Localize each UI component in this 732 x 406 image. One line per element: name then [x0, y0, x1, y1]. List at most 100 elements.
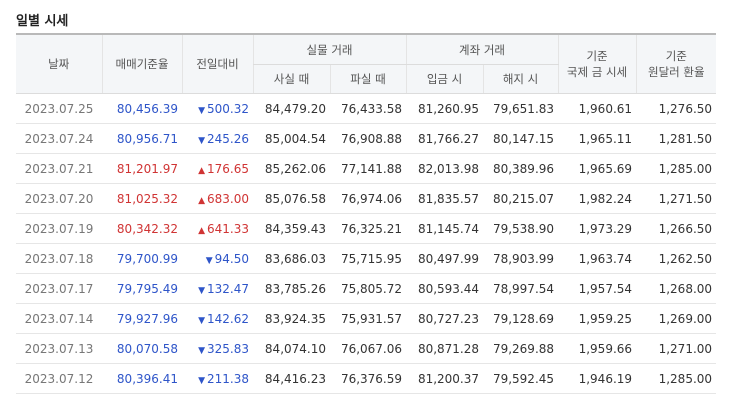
cell-withdraw: 79,128.69 — [483, 303, 559, 334]
cell-date: 2023.07.20 — [16, 183, 102, 214]
cell-intl-gold: 1,959.66 — [558, 333, 637, 364]
cell-fx-rate: 1,262.50 — [636, 243, 717, 274]
cell-withdraw: 80,215.07 — [483, 183, 559, 214]
col-intl-gold-header: 기준 국제 금 시세 — [557, 34, 637, 94]
cell-base-rate: 81,025.32 — [102, 183, 182, 214]
cell-sell: 76,433.58 — [330, 93, 407, 124]
cell-sell: 76,974.06 — [330, 183, 407, 214]
cell-fx-rate: 1,281.50 — [636, 123, 717, 154]
cell-buy: 85,004.54 — [253, 123, 330, 154]
cell-date: 2023.07.14 — [16, 303, 102, 334]
cell-sell: 76,376.59 — [330, 363, 407, 394]
cell-fx-rate: 1,276.50 — [636, 93, 717, 124]
page-title: 일별 시세 — [16, 14, 69, 29]
change-value: 211.38 — [207, 371, 249, 386]
triangle-down-icon: ▼ — [198, 345, 205, 356]
table-row: 2023.07.24 80,956.71 ▼ 245.26 85,004.54 76,90… — [16, 123, 717, 154]
cell-fx-rate: 1,285.00 — [636, 153, 717, 184]
cell-change: ▼ 245.26 — [182, 123, 253, 154]
triangle-down-icon: ▼ — [198, 105, 205, 116]
cell-change: ▼ 132.47 — [182, 273, 253, 304]
cell-intl-gold: 1,946.19 — [558, 363, 637, 394]
cell-change: ▼ 94.50 — [182, 243, 253, 274]
col-buy-header: 사실 때 — [252, 64, 330, 94]
col-withdraw-header: 해지 시 — [482, 64, 559, 94]
table-row: 2023.07.17 79,795.49 ▼ 132.47 83,785.26 75,80… — [16, 273, 717, 304]
cell-sell: 77,141.88 — [330, 153, 407, 184]
cell-deposit: 82,013.98 — [406, 153, 484, 184]
change-value: 500.32 — [207, 101, 249, 116]
cell-sell: 76,325.21 — [330, 213, 407, 244]
cell-withdraw: 78,903.99 — [483, 243, 559, 274]
cell-sell: 76,067.06 — [330, 333, 407, 364]
cell-buy: 85,262.06 — [253, 153, 330, 184]
change-value: 245.26 — [207, 131, 249, 146]
cell-deposit: 81,835.57 — [406, 183, 484, 214]
table-row: 2023.07.18 79,700.99 ▼ 94.50 83,686.03 75,715… — [16, 243, 717, 274]
cell-withdraw: 80,147.15 — [483, 123, 559, 154]
cell-base-rate: 81,201.97 — [102, 153, 182, 184]
cell-date: 2023.07.18 — [16, 243, 102, 274]
cell-fx-rate: 1,266.50 — [636, 213, 717, 244]
cell-intl-gold: 1,965.11 — [558, 123, 637, 154]
cell-intl-gold: 1,963.74 — [558, 243, 637, 274]
cell-base-rate: 80,070.58 — [102, 333, 182, 364]
cell-withdraw: 80,389.96 — [483, 153, 559, 184]
cell-intl-gold: 1,965.69 — [558, 153, 637, 184]
triangle-down-icon: ▼ — [198, 285, 205, 296]
triangle-up-icon: ▲ — [198, 165, 205, 176]
col-date-header: 날짜 — [16, 34, 102, 94]
cell-intl-gold: 1,982.24 — [558, 183, 637, 214]
cell-buy: 84,479.20 — [253, 93, 330, 124]
col-deposit-header: 입금 시 — [405, 64, 484, 94]
cell-buy: 83,924.35 — [253, 303, 330, 334]
cell-intl-gold: 1,960.61 — [558, 93, 637, 124]
intl-gold-header-line1: 기준 — [586, 49, 608, 63]
triangle-up-icon: ▲ — [198, 195, 205, 206]
col-base-rate-header: 매매기준율 — [101, 34, 182, 94]
cell-fx-rate: 1,268.00 — [636, 273, 717, 304]
cell-date: 2023.07.12 — [16, 363, 102, 394]
cell-withdraw: 79,269.88 — [483, 333, 559, 364]
group-account-header: 계좌 거래 — [405, 34, 559, 65]
change-value: 132.47 — [207, 281, 249, 296]
triangle-down-icon: ▼ — [198, 135, 205, 146]
table-row: 2023.07.14 79,927.96 ▼ 142.62 83,924.35 75,93… — [16, 303, 717, 334]
cell-deposit: 81,200.37 — [406, 363, 484, 394]
daily-price-table: 날짜 매매기준율 전일대비 실물 거래 계좌 거래 기준 국제 금 시세 기준 … — [16, 33, 717, 394]
cell-intl-gold: 1,973.29 — [558, 213, 637, 244]
cell-withdraw: 79,651.83 — [483, 93, 559, 124]
cell-change: ▲ 683.00 — [182, 183, 253, 214]
cell-change: ▼ 211.38 — [182, 363, 253, 394]
table-row: 2023.07.13 80,070.58 ▼ 325.83 84,074.10 76,06… — [16, 333, 717, 364]
change-value: 641.33 — [207, 221, 249, 236]
cell-base-rate: 79,927.96 — [102, 303, 182, 334]
cell-withdraw: 79,592.45 — [483, 363, 559, 394]
intl-gold-header-line2: 국제 금 시세 — [566, 65, 628, 79]
group-physical-header: 실물 거래 — [252, 34, 407, 65]
col-change-header: 전일대비 — [181, 34, 253, 94]
cell-intl-gold: 1,959.25 — [558, 303, 637, 334]
cell-change: ▲ 176.65 — [182, 153, 253, 184]
cell-buy: 84,416.23 — [253, 363, 330, 394]
cell-buy: 83,785.26 — [253, 273, 330, 304]
cell-base-rate: 80,342.32 — [102, 213, 182, 244]
cell-withdraw: 78,997.54 — [483, 273, 559, 304]
cell-change: ▼ 500.32 — [182, 93, 253, 124]
table-row: 2023.07.19 80,342.32 ▲ 641.33 84,359.43 76,32… — [16, 213, 717, 244]
triangle-up-icon: ▲ — [198, 225, 205, 236]
cell-change: ▼ 325.83 — [182, 333, 253, 364]
cell-withdraw: 79,538.90 — [483, 213, 559, 244]
col-fx-rate-header: 기준 원달러 환율 — [635, 34, 717, 94]
cell-fx-rate: 1,271.50 — [636, 183, 717, 214]
cell-sell: 75,805.72 — [330, 273, 407, 304]
cell-sell: 75,931.57 — [330, 303, 407, 334]
change-value: 176.65 — [207, 161, 249, 176]
cell-base-rate: 80,956.71 — [102, 123, 182, 154]
cell-date: 2023.07.21 — [16, 153, 102, 184]
cell-deposit: 80,497.99 — [406, 243, 484, 274]
triangle-down-icon: ▼ — [198, 315, 205, 326]
table-row: 2023.07.25 80,456.39 ▼ 500.32 84,479.20 76,43… — [16, 93, 717, 124]
cell-base-rate: 80,456.39 — [102, 93, 182, 124]
cell-deposit: 80,871.28 — [406, 333, 484, 364]
